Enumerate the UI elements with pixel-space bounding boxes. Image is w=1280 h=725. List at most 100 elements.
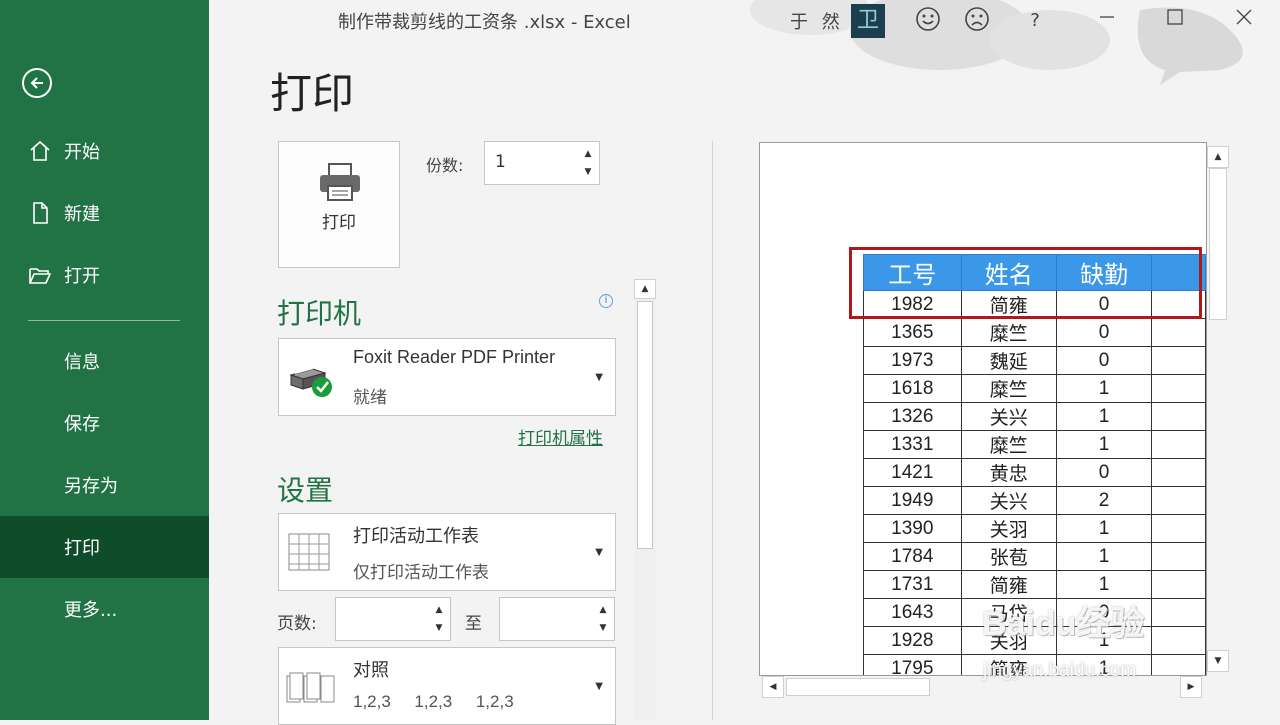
table-cell: 1 [1055,570,1153,599]
spin-up-icon[interactable]: ▲ [432,602,446,618]
table-cell: 1331 [863,430,962,459]
page-title: 打印 [270,69,355,118]
table-cell: 糜竺 [960,374,1057,403]
table-cell: 1784 [863,542,962,571]
table-cell [1151,430,1206,459]
print-scope-select[interactable]: 打印活动工作表 仅打印活动工作表 ▼ [278,513,616,591]
table-cell [1151,458,1206,487]
nav-lower-group: 信息 保存 另存为 打印 更多... [0,330,209,640]
printer-section-heading: 打印机 [277,297,362,330]
minimize-icon[interactable] [1092,6,1122,36]
scrollbar-thumb[interactable] [786,678,930,696]
scroll-down-icon[interactable]: ▼ [1207,650,1229,672]
spin-down-icon[interactable]: ▼ [432,620,446,636]
frown-icon[interactable] [962,6,992,36]
spin-up-icon[interactable]: ▲ [581,146,595,162]
preview-vertical-scrollbar[interactable]: ▲ ▼ [1207,142,1229,676]
table-row: 1731 简雍 1 [863,570,1206,599]
printer-name: Foxit Reader PDF Printer [353,347,556,367]
copies-stepper[interactable]: 1 ▲ ▼ [484,141,600,185]
spin-down-icon[interactable]: ▼ [596,620,610,636]
table-cell [1151,318,1206,347]
pane-divider [712,141,713,720]
scroll-up-icon[interactable]: ▲ [1207,146,1229,168]
table-cell [1151,514,1206,543]
table-cell: 1973 [863,346,962,375]
table-row: 1973 魏延 0 [863,346,1206,375]
nav-label: 信息 [64,352,100,373]
print-button[interactable]: 打印 [278,141,400,268]
nav-item-print[interactable]: 打印 [0,516,209,578]
table-cell [1151,402,1206,431]
nav-item-open[interactable]: 打开 [0,244,209,306]
collate-icon [286,672,335,703]
nav-item-save-as[interactable]: 另存为 [0,454,209,516]
table-cell: 1795 [863,654,962,675]
table-cell [1151,654,1206,675]
help-icon[interactable]: ? [1020,6,1050,36]
nav-item-home[interactable]: 开始 [0,120,209,182]
nav-label: 更多... [64,600,118,621]
table-cell: 糜竺 [960,430,1057,459]
print-scope-sub: 仅打印活动工作表 [353,563,489,583]
table-cell [1151,542,1206,571]
copies-value[interactable]: 1 [495,152,506,172]
table-cell [1151,486,1206,515]
table-row: 1331 糜竺 1 [863,430,1206,459]
pages-from-stepper[interactable]: ▲ ▼ [335,597,451,641]
pages-label: 页数: [277,614,317,634]
table-cell: 2 [1055,486,1153,515]
back-button[interactable] [22,68,52,98]
close-icon[interactable] [1229,6,1259,36]
table-cell: 1928 [863,626,962,655]
smile-icon[interactable] [913,6,943,36]
pages-to-stepper[interactable]: ▲ ▼ [499,597,615,641]
nav-label: 开始 [64,142,100,163]
table-cell: 0 [1055,318,1153,347]
spin-up-icon[interactable]: ▲ [596,602,610,618]
scroll-up-icon[interactable]: ▲ [634,279,656,299]
table-cell: 0 [1055,458,1153,487]
printer-select[interactable]: Foxit Reader PDF Printer 就绪 ▼ [278,338,616,416]
nav-label: 打开 [64,266,100,287]
scrollbar-thumb[interactable] [637,301,653,549]
home-icon [30,140,50,161]
avatar[interactable]: 卫 [851,4,885,38]
nav-item-info[interactable]: 信息 [0,330,209,392]
table-row: 1618 糜竺 1 [863,374,1206,403]
collate-title: 对照 [353,660,389,681]
spin-down-icon[interactable]: ▼ [581,164,595,180]
settings-scrollbar[interactable]: ▲ [634,279,656,720]
table-cell: 1 [1055,374,1153,403]
table-cell: 魏延 [960,346,1057,375]
print-button-label: 打印 [322,213,356,233]
watermark-url: jingyan.baidu.com [983,660,1137,681]
table-row: 1421 黄忠 0 [863,458,1206,487]
scroll-left-icon[interactable]: ◀ [762,676,784,698]
scroll-right-icon[interactable]: ▶ [1180,676,1202,698]
table-cell: 关兴 [960,486,1057,515]
maximize-icon[interactable] [1160,6,1190,36]
window-title: 制作带裁剪线的工资条 .xlsx - Excel [338,12,631,33]
settings-section-heading: 设置 [277,474,334,507]
nav-item-more[interactable]: 更多... [0,578,209,640]
table-cell: 1390 [863,514,962,543]
scrollbar-thumb[interactable] [1209,168,1227,320]
table-cell: 1618 [863,374,962,403]
printer-properties-link[interactable]: 打印机属性 [518,424,603,449]
user-name[interactable]: 于 然 [790,8,844,34]
nav-item-save[interactable]: 保存 [0,392,209,454]
info-icon[interactable]: i [599,294,613,308]
nav-label: 打印 [64,538,100,559]
table-row: 1365 糜竺 0 [863,318,1206,347]
sidebar-divider [28,320,180,321]
collate-select[interactable]: 对照 1,2,3 1,2,3 1,2,3 ▼ [278,647,616,725]
table-cell: 0 [1055,346,1153,375]
printer-status: 就绪 [353,388,387,408]
back-arrow-icon [30,77,43,89]
table-cell: 简雍 [960,570,1057,599]
table-cell: 关兴 [960,402,1057,431]
nav-item-new[interactable]: 新建 [0,182,209,244]
table-cell [1151,598,1206,627]
table-row: 1784 张苞 1 [863,542,1206,571]
